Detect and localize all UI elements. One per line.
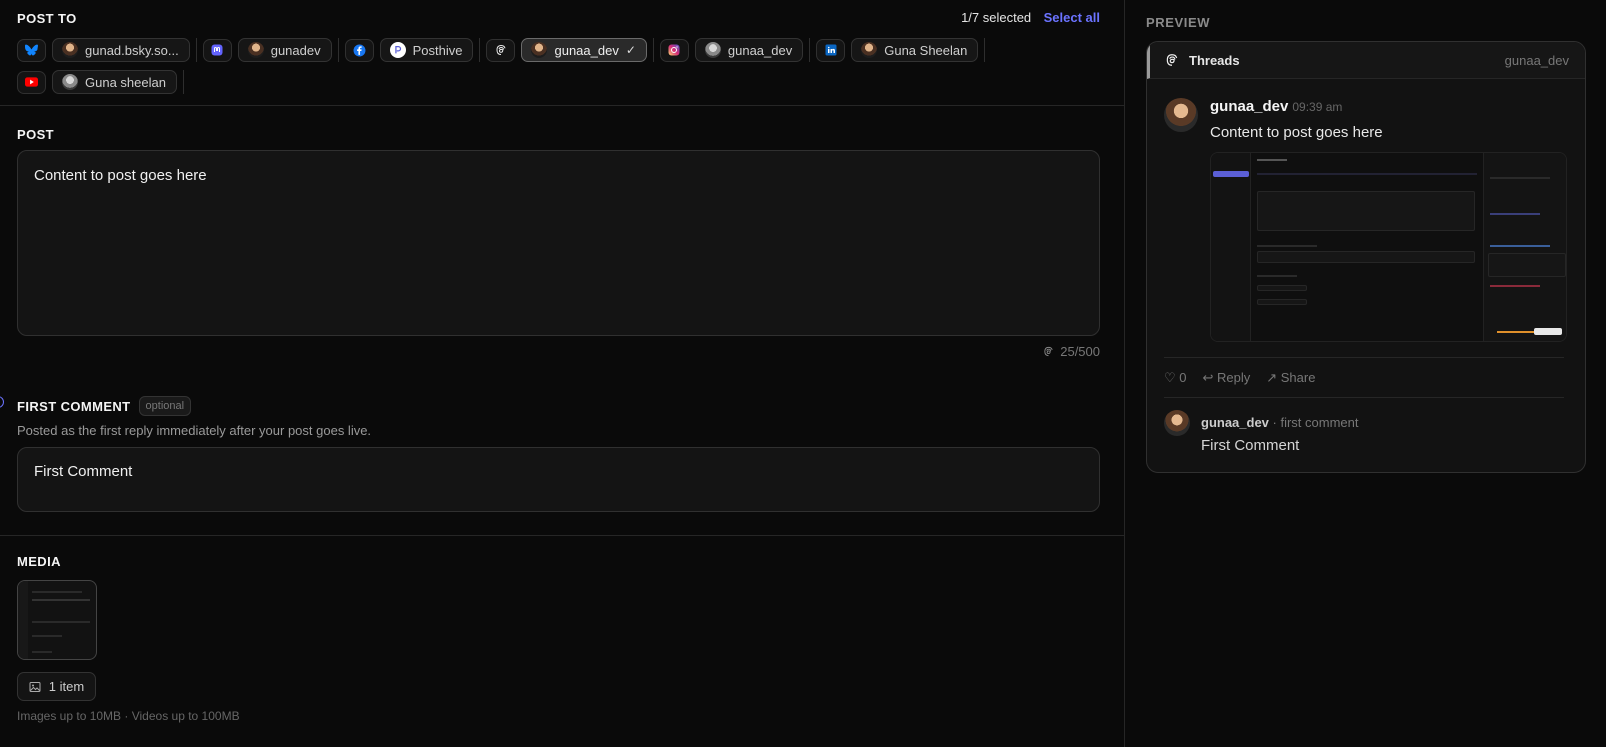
avatar [1164,98,1198,132]
first-comment-description: Posted as the first reply immediately af… [17,423,372,438]
avatar [1164,410,1190,436]
preview-label: PREVIEW [1146,15,1211,30]
account-group-mastodon: gunadev [202,38,339,62]
media-thumbnail[interactable] [17,580,97,660]
comment-text: First Comment [1201,437,1300,454]
section-divider [0,105,1124,106]
account-group-bluesky: gunad.bsky.so... [17,38,197,62]
account-chip-bluesky[interactable]: gunad.bsky.so... [52,38,190,62]
timeline-dot [0,396,4,408]
post-content-textarea[interactable]: Content to post goes here [17,150,1100,336]
threads-preview-card: Threads gunaa_dev gunaa_dev 09:39 am Cont… [1146,41,1586,473]
account-chip-mastodon[interactable]: gunadev [237,38,332,62]
avatar [62,42,78,58]
preview-content: Content to post goes here [1210,124,1383,141]
linkedin-icon [816,38,846,62]
optional-badge: optional [138,396,192,416]
account-group-linkedin: Guna Sheelan [816,38,986,62]
avatar [704,42,721,58]
threads-icon [1166,54,1178,66]
account-chip-facebook[interactable]: Posthive [379,38,474,62]
like-button[interactable]: ♡ 0 [1164,370,1187,386]
preview-platform: Threads [1189,52,1240,68]
select-all-button[interactable]: Select all [1044,10,1100,25]
selected-count: 1/7 selected [961,10,1032,25]
account-chip-threads[interactable]: gunaa_dev ✓ [521,38,647,62]
threads-icon [486,38,516,62]
media-items-button[interactable]: 1 item [17,672,96,701]
section-divider [0,535,1124,536]
preview-actions: ♡ 0 ↩ Reply ↗ Share [1164,370,1315,386]
account-chip-youtube[interactable]: Guna sheelan [52,70,177,94]
youtube-icon [17,70,46,94]
facebook-icon [344,38,374,62]
reply-button[interactable]: ↩ Reply [1203,370,1251,386]
account-group-youtube: Guna sheelan [17,70,184,94]
media-label: MEDIA [17,554,61,569]
first-comment-textarea[interactable]: First Comment [17,447,1100,512]
comment-username: gunaa_dev · first comment [1201,415,1359,430]
share-button[interactable]: ↗ Share [1266,370,1315,386]
first-comment-label: FIRST COMMENT [17,398,131,414]
preview-panel: PREVIEW Threads gunaa_dev gunaa_dev 09:39… [1124,0,1606,747]
post-to-label: POST TO [17,10,77,26]
preview-media-image [1210,152,1567,342]
account-group-threads: gunaa_dev ✓ [486,38,654,62]
check-icon: ✓ [625,43,636,57]
preview-handle: gunaa_dev [1504,52,1569,68]
avatar [62,74,78,90]
post-to-section: POST TO 1/7 selected Select all gunad.bs… [17,10,1100,94]
preview-username: gunaa_dev 09:39 am [1210,98,1343,115]
media-size-note: Images up to 10MB · Videos up to 100MB [17,709,240,723]
threads-icon [1044,346,1053,357]
account-group-facebook: Posthive [344,38,481,62]
post-label: POST [17,127,54,142]
preview-card-header: Threads gunaa_dev [1147,42,1585,79]
account-chip-linkedin[interactable]: Guna Sheelan [851,38,979,62]
account-chips: gunad.bsky.so... gunadev Posthive gunaa_… [17,38,1017,94]
avatar [861,42,878,58]
image-icon [29,681,41,692]
composer-panel: POST TO 1/7 selected Select all gunad.bs… [0,0,1124,747]
avatar [531,42,548,58]
first-comment-header: FIRST COMMENT optional [17,396,192,416]
preview-time: 09:39 am [1292,100,1343,114]
account-chip-instagram[interactable]: gunaa_dev [694,38,804,62]
posthive-logo-icon [389,42,406,58]
character-counter: 25/500 [1043,344,1100,359]
avatar [247,42,264,58]
instagram-icon [659,38,689,62]
mastodon-icon [202,38,232,62]
bluesky-icon [17,38,46,62]
account-group-instagram: gunaa_dev [659,38,811,62]
